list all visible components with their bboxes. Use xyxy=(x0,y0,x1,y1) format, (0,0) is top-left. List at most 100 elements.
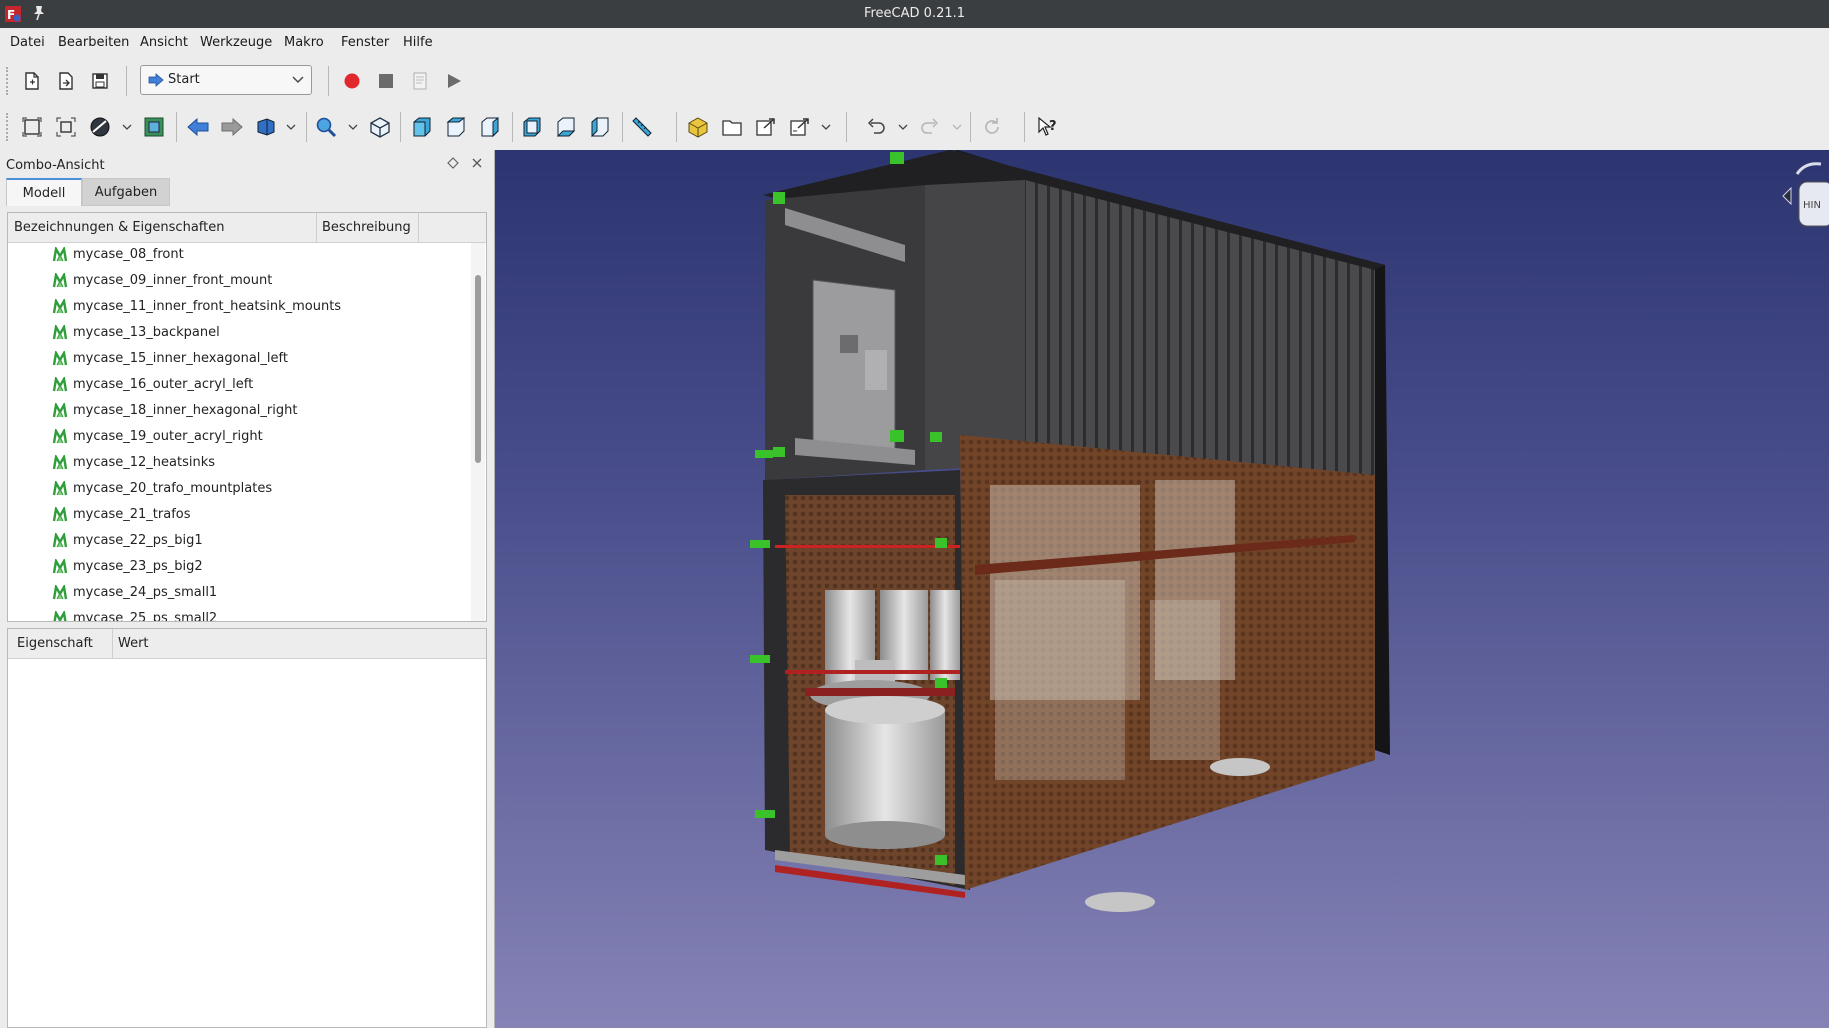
isometric-icon[interactable] xyxy=(366,113,394,141)
zoom-icon[interactable] xyxy=(312,113,340,141)
menu-ansicht[interactable]: Ansicht xyxy=(140,35,188,50)
fit-all-icon[interactable] xyxy=(18,113,46,141)
menu-fenster[interactable]: Fenster xyxy=(341,35,389,50)
macro-edit-icon[interactable] xyxy=(406,67,434,95)
new-document-icon[interactable] xyxy=(18,67,46,95)
tree-item-label: mycase_19_outer_acryl_right xyxy=(73,429,263,444)
arrow-right-icon xyxy=(148,73,164,87)
column-header-value[interactable]: Wert xyxy=(118,636,149,651)
toolbar-separator xyxy=(970,112,971,142)
menu-bar: Datei Bearbeiten Ansicht Werkzeuge Makro… xyxy=(0,28,1829,58)
tree-item[interactable]: mycase_19_outer_acryl_right xyxy=(8,425,470,451)
toolbar-separator xyxy=(676,112,677,142)
menu-bearbeiten[interactable]: Bearbeiten xyxy=(58,35,129,50)
chevron-down-icon[interactable] xyxy=(897,113,909,141)
close-icon[interactable] xyxy=(470,156,484,170)
fit-selection-icon[interactable] xyxy=(52,113,80,141)
tree-item[interactable]: mycase_20_trafo_mountplates xyxy=(8,477,470,503)
macro-stop-icon[interactable] xyxy=(372,67,400,95)
tree-item[interactable]: mycase_24_ps_small1 xyxy=(8,581,470,607)
menu-werkzeuge[interactable]: Werkzeuge xyxy=(200,35,272,50)
column-divider[interactable] xyxy=(316,213,317,243)
tree-item[interactable]: mycase_15_inner_hexagonal_left xyxy=(8,347,470,373)
left-view-icon[interactable] xyxy=(586,113,614,141)
tree-scrollbar[interactable] xyxy=(471,243,485,621)
column-header-description[interactable]: Beschreibung xyxy=(322,220,411,235)
menu-hilfe[interactable]: Hilfe xyxy=(403,35,433,50)
group-icon[interactable] xyxy=(718,113,746,141)
macro-run-icon[interactable] xyxy=(440,67,468,95)
tree-item-label: mycase_16_outer_acryl_left xyxy=(73,377,254,392)
undo-icon[interactable] xyxy=(862,113,890,141)
rear-view-icon[interactable] xyxy=(518,113,546,141)
toolbar-separator xyxy=(176,112,177,142)
scrollbar-thumb[interactable] xyxy=(475,275,481,463)
workbench-icon[interactable] xyxy=(252,113,280,141)
tree-item[interactable]: mycase_09_inner_front_mount xyxy=(8,269,470,295)
chevron-down-icon[interactable] xyxy=(121,113,133,141)
view-toolbar: ? xyxy=(0,104,1829,150)
right-view-icon[interactable] xyxy=(476,113,504,141)
toolbar-separator xyxy=(1024,112,1025,142)
refresh-icon[interactable] xyxy=(978,113,1006,141)
link-icon[interactable] xyxy=(752,113,780,141)
body-icon xyxy=(52,481,68,496)
chevron-down-icon[interactable] xyxy=(820,113,832,141)
tree-item[interactable]: mycase_18_inner_hexagonal_right xyxy=(8,399,470,425)
tab-aufgaben[interactable]: Aufgaben xyxy=(82,178,170,206)
top-view-icon[interactable] xyxy=(442,113,470,141)
macro-record-icon[interactable] xyxy=(338,67,366,95)
tree-item[interactable]: mycase_08_front xyxy=(8,243,470,269)
column-divider[interactable] xyxy=(112,629,113,659)
save-icon[interactable] xyxy=(86,67,114,95)
column-header-property[interactable]: Eigenschaft xyxy=(17,636,93,651)
menu-makro[interactable]: Makro xyxy=(284,35,324,50)
column-divider[interactable] xyxy=(418,213,419,243)
chevron-down-icon[interactable] xyxy=(285,113,297,141)
body-icon xyxy=(52,351,68,366)
tree-item[interactable]: mycase_13_backpanel xyxy=(8,321,470,347)
tree-item-label: mycase_22_ps_big1 xyxy=(73,533,203,548)
tree-item[interactable]: mycase_11_inner_front_heatsink_mounts xyxy=(8,295,470,321)
part-icon[interactable] xyxy=(684,113,712,141)
toolbar-separator xyxy=(846,112,847,142)
property-header: Eigenschaft Wert xyxy=(8,629,486,659)
front-view-icon[interactable] xyxy=(408,113,436,141)
whats-this-icon[interactable]: ? xyxy=(1034,113,1062,141)
navigation-cube[interactable]: HIN xyxy=(1769,160,1829,250)
body-icon xyxy=(52,533,68,548)
redo-icon[interactable] xyxy=(916,113,944,141)
body-icon xyxy=(52,247,68,262)
chevron-down-icon[interactable] xyxy=(951,113,963,141)
menu-datei[interactable]: Datei xyxy=(10,35,45,50)
macro-selector[interactable]: Start xyxy=(140,65,312,95)
forward-icon[interactable] xyxy=(218,113,246,141)
toolbar-grip[interactable] xyxy=(6,113,10,141)
float-panel-icon[interactable] xyxy=(446,156,460,170)
toolbar-grip[interactable] xyxy=(6,67,10,95)
tree-item-label: mycase_09_inner_front_mount xyxy=(73,273,273,288)
chevron-down-icon[interactable] xyxy=(347,113,359,141)
macro-selected-value: Start xyxy=(168,72,200,87)
tree-item[interactable]: mycase_12_heatsinks xyxy=(8,451,470,477)
tree-item[interactable]: mycase_16_outer_acryl_left xyxy=(8,373,470,399)
measure-icon[interactable] xyxy=(628,113,656,141)
combo-view-panel: Combo-Ansicht Modell Aufgaben Bezeichnun… xyxy=(0,150,494,1028)
tree-item[interactable]: mycase_21_trafos xyxy=(8,503,470,529)
open-document-icon[interactable] xyxy=(52,67,80,95)
bottom-view-icon[interactable] xyxy=(552,113,580,141)
3d-model-render[interactable] xyxy=(495,150,1829,1028)
body-icon xyxy=(52,507,68,522)
3d-view[interactable]: HIN xyxy=(495,150,1829,1028)
tree-item[interactable]: mycase_22_ps_big1 xyxy=(8,529,470,555)
tree-item[interactable]: mycase_25_ps_small2 xyxy=(8,607,470,621)
column-header-labels[interactable]: Bezeichnungen & Eigenschaften xyxy=(14,220,224,235)
chevron-down-icon xyxy=(292,76,304,83)
back-icon[interactable] xyxy=(184,113,212,141)
tab-modell[interactable]: Modell xyxy=(6,178,82,206)
tree-item[interactable]: mycase_23_ps_big2 xyxy=(8,555,470,581)
toolbar-separator xyxy=(306,112,307,142)
draw-style-icon[interactable] xyxy=(86,113,114,141)
bounding-box-icon[interactable] xyxy=(140,113,168,141)
link-actions-icon[interactable] xyxy=(786,113,814,141)
